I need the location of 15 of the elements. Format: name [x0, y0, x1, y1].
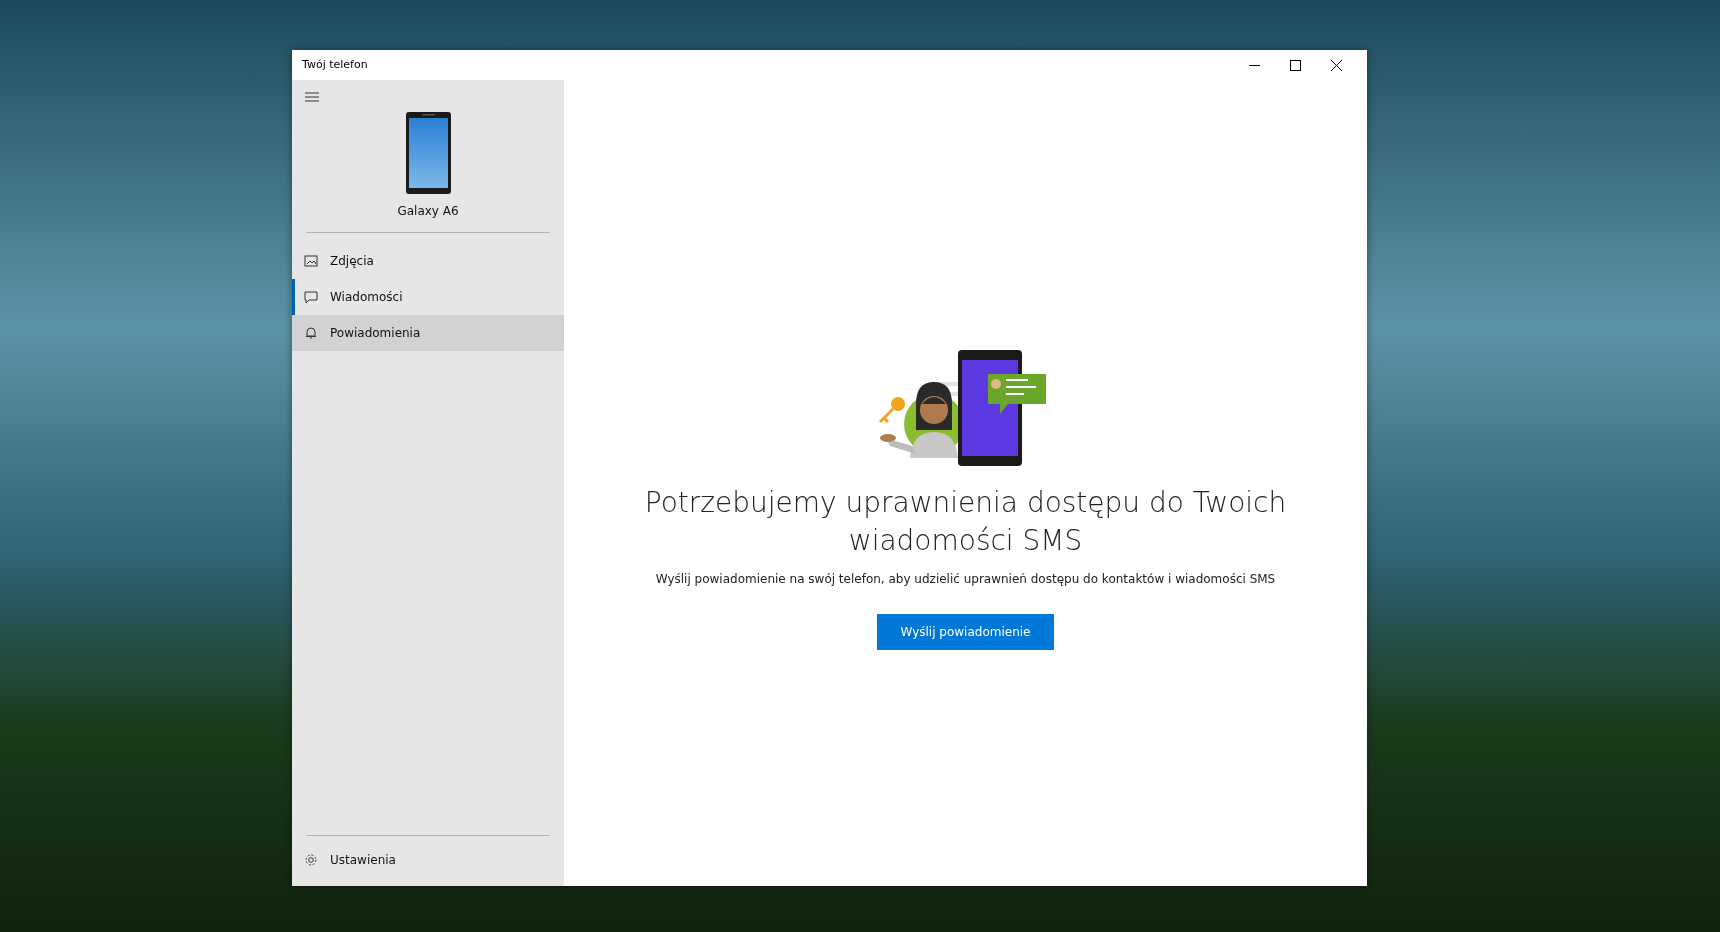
sidebar-item[interactable]: Zdjęcia: [292, 243, 564, 279]
device-name: Galaxy A6: [397, 203, 459, 220]
maximize-icon: [1290, 59, 1301, 71]
send-notification-button[interactable]: Wyślij powiadomienie: [876, 613, 1055, 650]
bell-icon: [304, 326, 318, 340]
sidebar-item[interactable]: Powiadomienia: [292, 315, 564, 351]
settings-item[interactable]: Ustawienia: [292, 842, 564, 878]
settings-icon: [304, 853, 318, 867]
close-icon: [1331, 59, 1342, 71]
permission-heading: Potrzebujemy uprawnienia dostępu do Twoich wiadomości SMS: [643, 485, 1288, 559]
photos-icon: [304, 254, 318, 268]
permission-description: Wyślij powiadomienie na swój telefon, aby udzielić uprawnień dostępu do kontaktów i wiadomości SMS: [655, 570, 1276, 588]
chat-bubble-icon: [304, 290, 318, 304]
menu-icon: [305, 92, 319, 102]
window-title: Twój telefon: [302, 57, 368, 71]
